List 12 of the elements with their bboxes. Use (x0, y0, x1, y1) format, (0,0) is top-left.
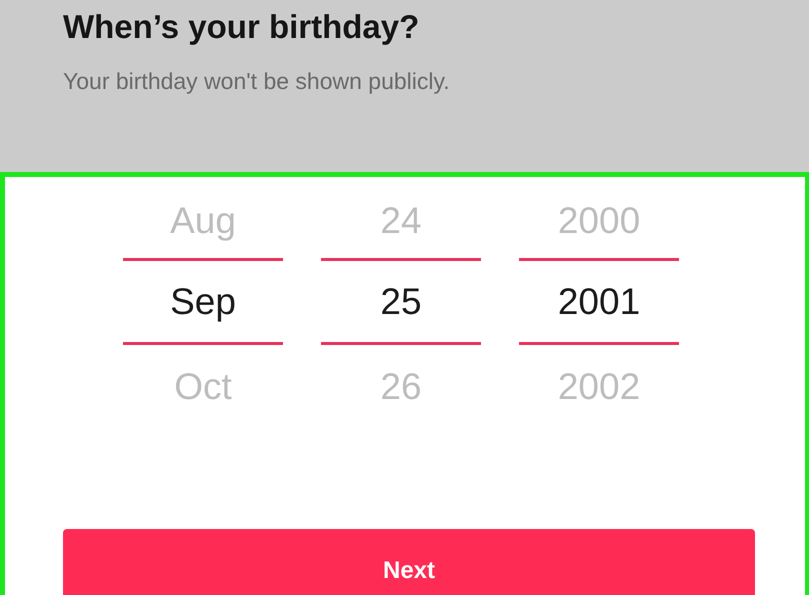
picker-option[interactable]: Oct (123, 345, 283, 429)
picker-option[interactable]: 2001 (519, 258, 679, 345)
next-button[interactable]: Next (63, 529, 755, 595)
picker-option[interactable]: 2000 (519, 183, 679, 258)
picker-option[interactable]: 2002 (519, 345, 679, 429)
picker-option[interactable]: 24 (321, 183, 481, 258)
picker-option[interactable]: Aug (123, 183, 283, 258)
picker-option[interactable]: 25 (321, 258, 481, 345)
subtitle: Your birthday won't be shown publicly. (63, 68, 450, 95)
picker-option[interactable]: 26 (321, 345, 481, 429)
page-title: When’s your birthday? (63, 8, 420, 46)
picker-option[interactable]: Sep (123, 258, 283, 345)
